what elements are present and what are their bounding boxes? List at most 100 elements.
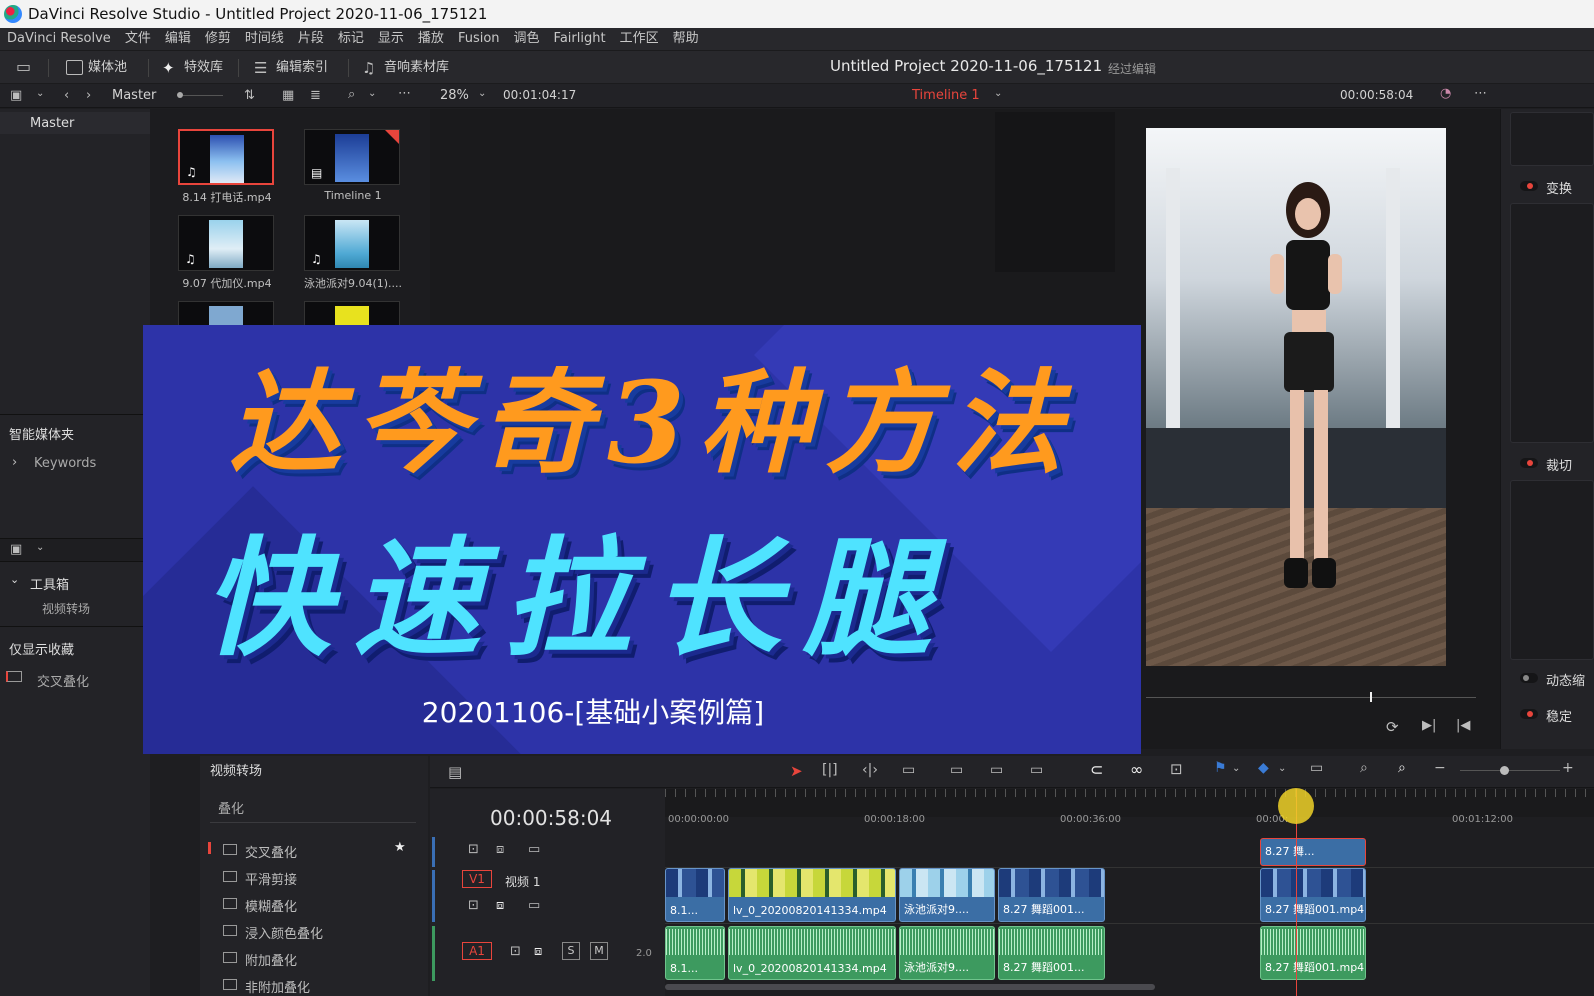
toolbox-label[interactable]: 工具箱 xyxy=(30,574,69,593)
chevron-down-icon[interactable]: ⌄ xyxy=(994,88,1002,99)
menu-trim[interactable]: 修剪 xyxy=(205,28,231,50)
toggle-switch[interactable] xyxy=(1520,458,1538,468)
timeline-scrollbar[interactable] xyxy=(665,984,1155,990)
trim-tool-icon[interactable]: [|] xyxy=(822,762,838,778)
media-clip-thumbnail[interactable]: ♫ xyxy=(178,215,274,271)
replace-clip-icon[interactable]: ▭ xyxy=(1030,762,1043,778)
link-icon[interactable]: ∞ xyxy=(1130,760,1143,779)
video-clip[interactable]: 泳池派对9.... xyxy=(899,868,995,922)
color-viewer-icon[interactable]: ◔ xyxy=(1440,86,1451,101)
chevron-down-icon[interactable]: ⌄ xyxy=(36,88,44,99)
video-clip[interactable]: 8.27 舞... xyxy=(1260,838,1366,866)
marker-icon[interactable]: ◆ xyxy=(1258,760,1269,776)
list-view-icon[interactable]: ≣ xyxy=(310,88,321,103)
menu-clip[interactable]: 片段 xyxy=(298,28,324,50)
menu-edit[interactable]: 编辑 xyxy=(165,28,191,50)
edit-index-button[interactable]: ☰ 编辑索引 xyxy=(252,57,328,79)
star-icon[interactable]: ★ xyxy=(394,840,406,855)
sort-icon[interactable]: ⇅ xyxy=(244,88,255,103)
video-clip[interactable]: 8.27 舞蹈001.mp4 xyxy=(1260,868,1366,922)
chevron-down-icon[interactable]: ⌄ xyxy=(368,88,376,99)
loop-icon[interactable]: ⟳ xyxy=(1386,718,1399,736)
effect-item[interactable]: 浸入颜色叠化 xyxy=(205,923,323,942)
menu-playback[interactable]: 播放 xyxy=(418,28,444,50)
zoom-detail-icon[interactable]: ⌕ xyxy=(1360,760,1368,776)
zoom-out-icon[interactable]: − xyxy=(1434,760,1446,776)
effect-item[interactable]: 模糊叠化 xyxy=(205,896,297,915)
crop-toggle[interactable]: 裁切 xyxy=(1520,455,1572,474)
auto-select-icon[interactable]: ⧈ xyxy=(534,944,542,959)
zoom-in-icon[interactable]: + xyxy=(1562,760,1574,776)
track-visibility-icon[interactable]: ▭ xyxy=(528,842,540,857)
video-clip[interactable]: 8.27 舞蹈001... xyxy=(998,868,1105,922)
video-clip[interactable]: lv_0_20200820141334.mp4 xyxy=(728,868,896,922)
timeline-thumbnail[interactable]: ▤ xyxy=(304,129,400,185)
zoom-full-icon[interactable]: ▭ xyxy=(1310,760,1323,776)
zoom-slider-handle[interactable] xyxy=(1500,766,1509,775)
stabilize-toggle[interactable]: 稳定 xyxy=(1520,706,1572,725)
media-pool-button[interactable]: 媒体池 xyxy=(64,57,127,79)
video-transitions-nav[interactable]: 视频转场 xyxy=(42,600,90,617)
monitor-icon[interactable]: ▭ xyxy=(16,57,31,76)
panel-toggle-icon[interactable]: ▣ xyxy=(10,88,22,103)
media-clip-thumbnail[interactable]: ♫ xyxy=(178,129,274,185)
menu-help[interactable]: 帮助 xyxy=(673,28,699,50)
lock-icon[interactable]: ⊡ xyxy=(468,842,479,857)
forward-icon[interactable]: › xyxy=(86,88,91,103)
lock-icon[interactable]: ⊡ xyxy=(468,898,479,913)
lock-icon[interactable]: ⊡ xyxy=(510,944,521,959)
sound-library-button[interactable]: ♫ 音响素材库 xyxy=(360,57,449,79)
jog-handle[interactable] xyxy=(1370,692,1372,702)
auto-select-icon[interactable]: ⧈ xyxy=(496,898,504,913)
chevron-down-icon[interactable]: ⌄ xyxy=(1232,763,1240,774)
solo-button[interactable]: S xyxy=(562,942,580,960)
favorite-cross-dissolve[interactable]: 交叉叠化 xyxy=(37,671,89,690)
effect-item[interactable]: 交叉叠化 xyxy=(205,842,297,861)
chevron-down-icon[interactable]: ⌄ xyxy=(1278,763,1286,774)
overwrite-clip-icon[interactable]: ▭ xyxy=(990,762,1003,778)
effect-item[interactable]: 非附加叠化 xyxy=(205,977,310,996)
insert-clip-icon[interactable]: ▭ xyxy=(950,762,963,778)
menu-view[interactable]: 显示 xyxy=(378,28,404,50)
effect-item[interactable]: 附加叠化 xyxy=(205,950,297,969)
a1-destination[interactable]: A1 xyxy=(462,942,492,960)
track-visibility-icon[interactable]: ▭ xyxy=(528,898,540,913)
menu-fusion[interactable]: Fusion xyxy=(458,28,500,50)
prev-frame-icon[interactable]: |◀ xyxy=(1456,718,1470,733)
timeline-view-options-icon[interactable]: ▤ xyxy=(448,763,462,781)
effect-item[interactable]: 平滑剪接 xyxy=(205,869,297,888)
mute-button[interactable]: M xyxy=(590,942,608,960)
snapping-icon[interactable]: ⊂ xyxy=(1090,760,1103,779)
search-icon[interactable]: ⌕ xyxy=(348,87,355,102)
zoom-custom-icon[interactable]: ⌕ xyxy=(1398,760,1406,776)
audio-clip[interactable]: lv_0_20200820141334.mp4 xyxy=(728,926,896,980)
toggle-switch[interactable] xyxy=(1520,673,1538,683)
audio-clip[interactable]: 8.27 舞蹈001.mp4 xyxy=(1260,926,1366,980)
chevron-down-icon[interactable]: ⌄ xyxy=(478,88,486,99)
dynamic-zoom-toggle[interactable]: 动态缩 xyxy=(1520,670,1585,689)
audio-clip[interactable]: 8.27 舞蹈001... xyxy=(998,926,1105,980)
transform-toggle[interactable]: 变换 xyxy=(1520,178,1572,197)
media-clip-thumbnail[interactable]: ♫ xyxy=(304,215,400,271)
master-bin-row[interactable] xyxy=(0,112,150,134)
auto-select-icon[interactable]: ⧈ xyxy=(496,842,504,857)
lock-icon[interactable]: ⊡ xyxy=(1170,760,1183,778)
menu-davinci[interactable]: DaVinci Resolve xyxy=(7,28,111,50)
v1-track-name[interactable]: 视频 1 xyxy=(505,873,540,890)
audio-clip[interactable]: 8.1... xyxy=(665,926,725,980)
toggle-switch[interactable] xyxy=(1520,181,1538,191)
keywords-bin[interactable]: Keywords xyxy=(34,456,96,471)
dynamic-trim-icon[interactable]: ‹|› xyxy=(862,762,878,778)
menu-workspace[interactable]: 工作区 xyxy=(620,28,659,50)
jog-bar[interactable] xyxy=(1146,697,1476,698)
menu-timeline[interactable]: 时间线 xyxy=(245,28,284,50)
chevron-down-icon[interactable]: ⌄ xyxy=(10,573,19,586)
v1-destination[interactable]: V1 xyxy=(462,870,492,888)
flag-icon[interactable]: ⚑ xyxy=(1214,760,1227,776)
timeline-name[interactable]: Timeline 1 xyxy=(912,88,980,103)
zoom-slider-track[interactable] xyxy=(1460,770,1560,771)
toggle-switch[interactable] xyxy=(1520,709,1538,719)
next-frame-icon[interactable]: ▶| xyxy=(1422,718,1436,733)
menu-fairlight[interactable]: Fairlight xyxy=(554,28,606,50)
menu-mark[interactable]: 标记 xyxy=(338,28,364,50)
